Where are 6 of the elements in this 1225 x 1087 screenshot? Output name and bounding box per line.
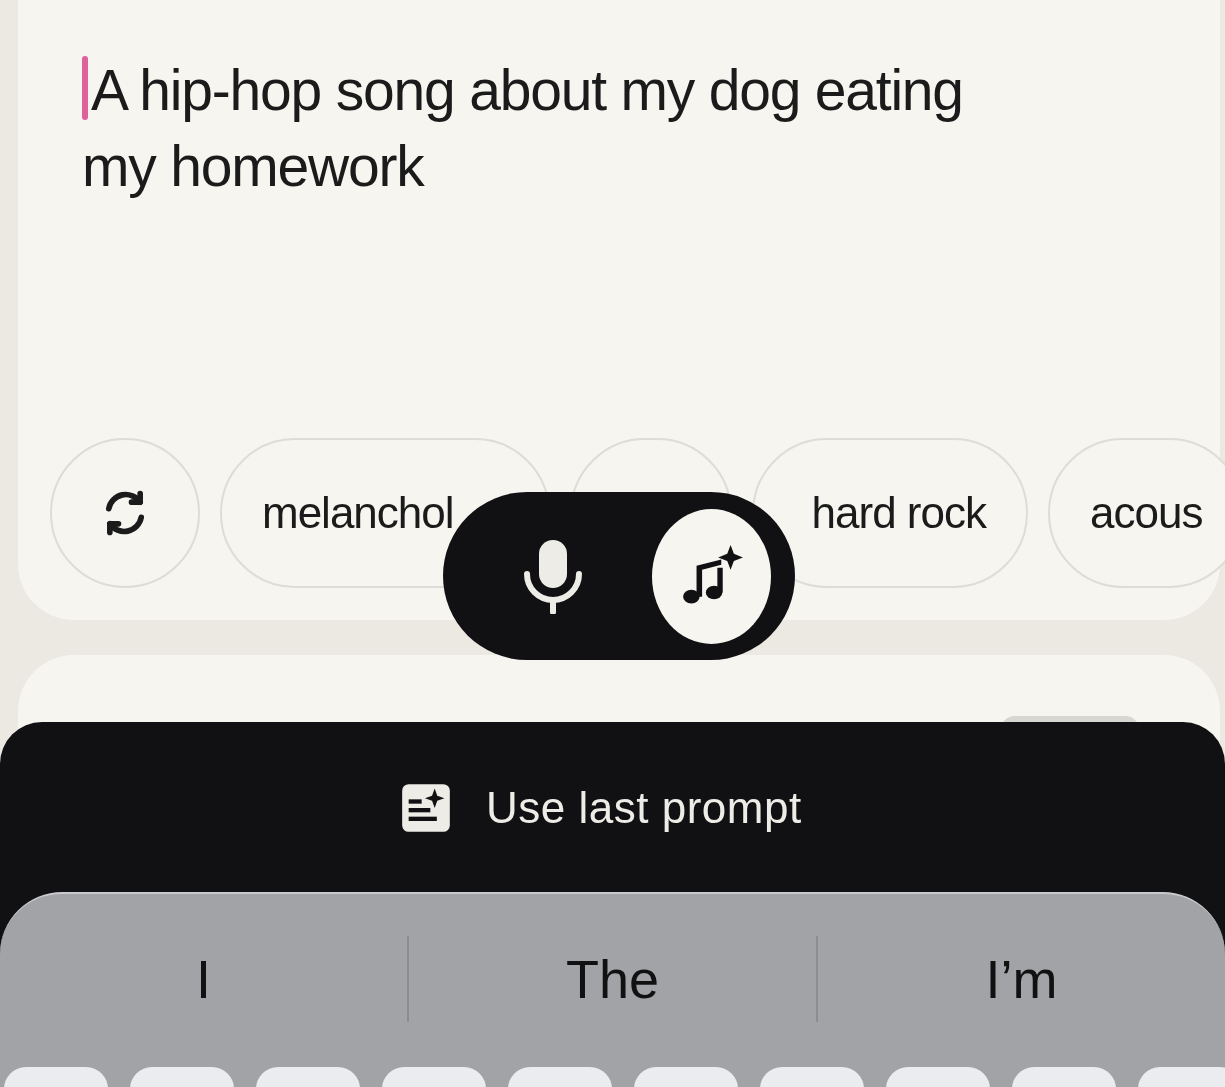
word-suggestion[interactable]: I xyxy=(0,936,407,1022)
word-suggestion[interactable]: I’m xyxy=(818,936,1225,1022)
use-last-prompt-button[interactable]: Use last prompt xyxy=(400,775,802,841)
document-sparkle-icon xyxy=(400,782,452,834)
word-suggestion[interactable]: The xyxy=(409,936,816,1022)
prompt-input[interactable]: A hip-hop song about my dog eating my homework xyxy=(82,52,1042,204)
